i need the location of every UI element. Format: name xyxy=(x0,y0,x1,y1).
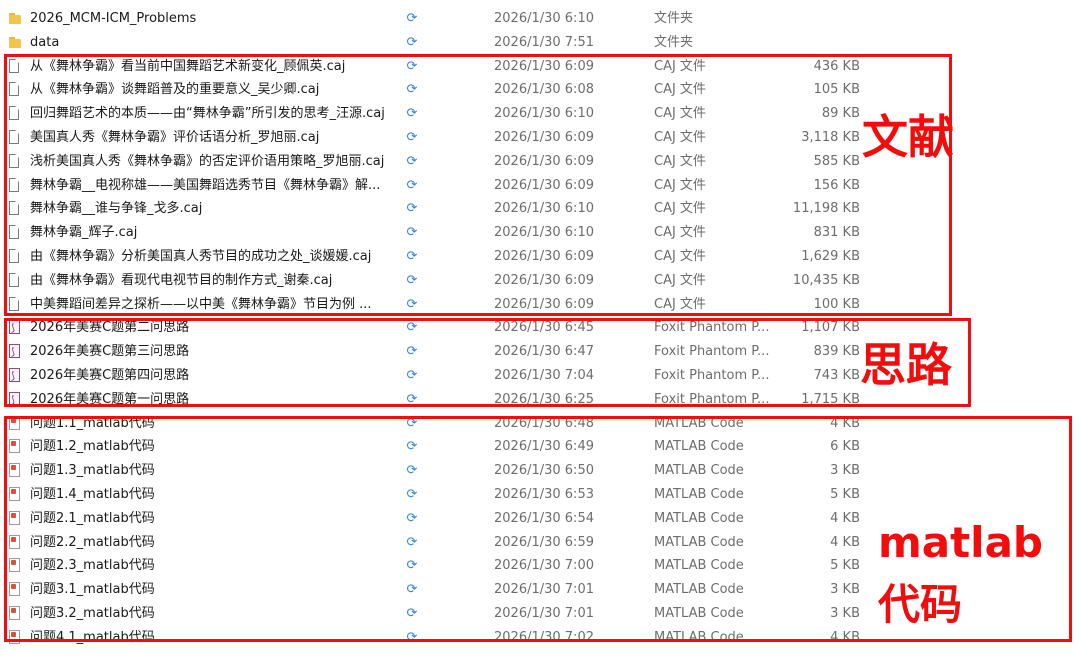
file-date-modified: 2026/1/30 6:10 xyxy=(494,11,594,26)
file-name: data xyxy=(30,34,60,50)
file-type: 文件夹 xyxy=(654,34,694,50)
ideas-highlight-box xyxy=(4,318,971,407)
ideas-label: 思路 xyxy=(860,338,952,392)
file-size xyxy=(780,31,860,55)
sync-status-icon: ⟳ xyxy=(406,34,418,50)
literature-highlight-box xyxy=(4,54,952,316)
file-size xyxy=(780,7,860,31)
file-date-modified: 2026/1/30 7:51 xyxy=(494,34,594,50)
file-name: 2026_MCM-ICM_Problems xyxy=(30,11,197,26)
folder-row[interactable]: data 2026/1/30 7:51 文件夹 ⟳ xyxy=(0,31,1080,55)
folder-icon xyxy=(9,7,22,31)
code-label-line1: matlab xyxy=(878,518,1043,567)
file-type: 文件夹 xyxy=(654,11,694,26)
folder-icon xyxy=(9,31,22,55)
literature-label: 文献 xyxy=(862,110,954,164)
sync-status-icon: ⟳ xyxy=(406,11,418,26)
code-label-line2: 代码 xyxy=(878,580,963,629)
folder-row[interactable]: 2026_MCM-ICM_Problems 2026/1/30 6:10 文件夹 ⟳ xyxy=(0,7,1080,31)
